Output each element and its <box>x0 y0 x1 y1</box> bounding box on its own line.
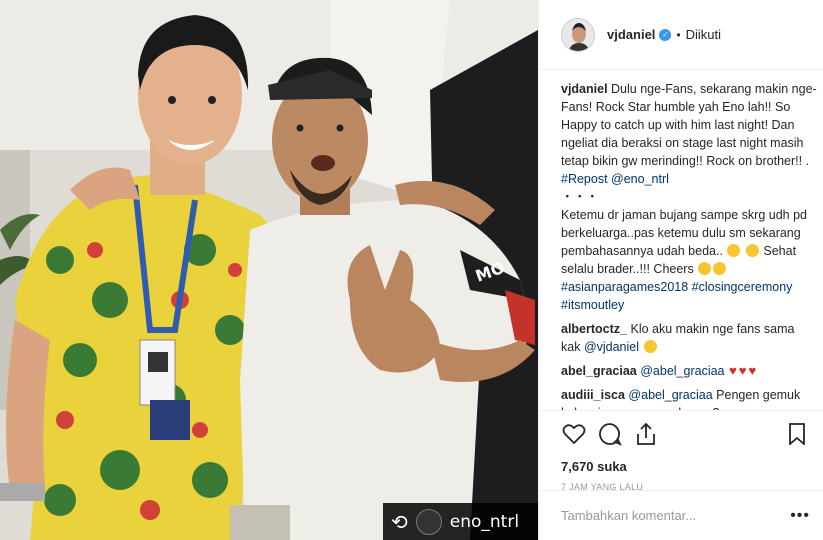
post-actions: 7,670 suka 7 JAM YANG LALU <box>539 410 823 492</box>
comment-input[interactable] <box>561 508 791 523</box>
post-photo[interactable]: MO ⟲ eno_ntrl <box>0 0 538 540</box>
comment-link[interactable]: #asianparagames2018 #closingceremony <box>561 280 792 294</box>
verified-badge-icon: ✓ <box>659 28 672 41</box>
repost-badge: ⟲ eno_ntrl <box>383 503 538 540</box>
comment-link[interactable]: #itsmoutley <box>561 298 624 312</box>
share-upload-icon[interactable] <box>633 421 659 447</box>
post-side-panel: vjdaniel ✓ • Diikuti vjdaniel Dulu nge-F… <box>538 0 823 540</box>
comment-item: albertoctz_ Klo aku makin nge fans sama … <box>561 320 817 356</box>
comment-item: vjdaniel Dulu nge-Fans, sekarang makin n… <box>561 80 817 314</box>
post-photo-illustration: MO <box>0 0 538 540</box>
comment-text <box>741 244 744 258</box>
comment-link[interactable]: @vjdaniel <box>584 340 639 354</box>
repost-avatar <box>415 508 442 535</box>
header-username[interactable]: vjdaniel <box>607 27 655 42</box>
heart-outline-icon[interactable] <box>561 421 587 447</box>
comment-username[interactable]: albertoctz_ <box>561 322 627 336</box>
add-comment-bar: ••• <box>539 490 823 540</box>
comment-link[interactable]: @abel_graciaa <box>628 388 712 402</box>
comment-username[interactable]: audiii_isca <box>561 388 625 402</box>
comments-list: vjdaniel Dulu nge-Fans, sekarang makin n… <box>561 80 817 410</box>
bookmark-icon[interactable] <box>784 421 810 447</box>
heart-emoji-icon: ♥ <box>729 363 737 378</box>
header-separator: • <box>676 27 681 42</box>
repost-icon: ⟲ <box>391 509 408 534</box>
follow-button[interactable]: Diikuti <box>686 27 721 42</box>
comment-text: ・・・ <box>561 190 599 204</box>
post-header: vjdaniel ✓ • Diikuti <box>539 0 823 70</box>
comment-item: abel_graciaa @abel_graciaa ♥ ♥ ♥ <box>561 362 817 380</box>
comment-text <box>725 364 728 378</box>
beer-emoji-icon <box>698 262 712 275</box>
rofl-emoji-icon <box>745 244 759 257</box>
comment-link[interactable]: #Repost @eno_ntrl <box>561 172 669 186</box>
comment-username[interactable]: abel_graciaa <box>561 364 637 378</box>
more-options-icon[interactable]: ••• <box>790 507 810 525</box>
comment-username[interactable]: vjdaniel <box>561 82 608 96</box>
likes-count[interactable]: 7,670 suka <box>561 459 810 474</box>
grin-emoji-icon <box>643 340 657 353</box>
avatar[interactable] <box>561 17 595 52</box>
comment-item: audiii_isca @abel_graciaa Pengen gemuk k… <box>561 386 817 410</box>
heart-emoji-icon: ♥ <box>748 363 757 378</box>
comment-bubble-icon[interactable] <box>597 421 623 447</box>
beer-emoji-icon <box>713 262 727 275</box>
comment-link[interactable]: @abel_graciaa <box>640 364 724 378</box>
avatar-image <box>562 18 594 51</box>
repost-username: eno_ntrl <box>449 511 520 532</box>
heart-emoji-icon: ♥ <box>738 363 747 378</box>
comment-text <box>639 340 642 354</box>
rofl-emoji-icon <box>727 244 741 257</box>
